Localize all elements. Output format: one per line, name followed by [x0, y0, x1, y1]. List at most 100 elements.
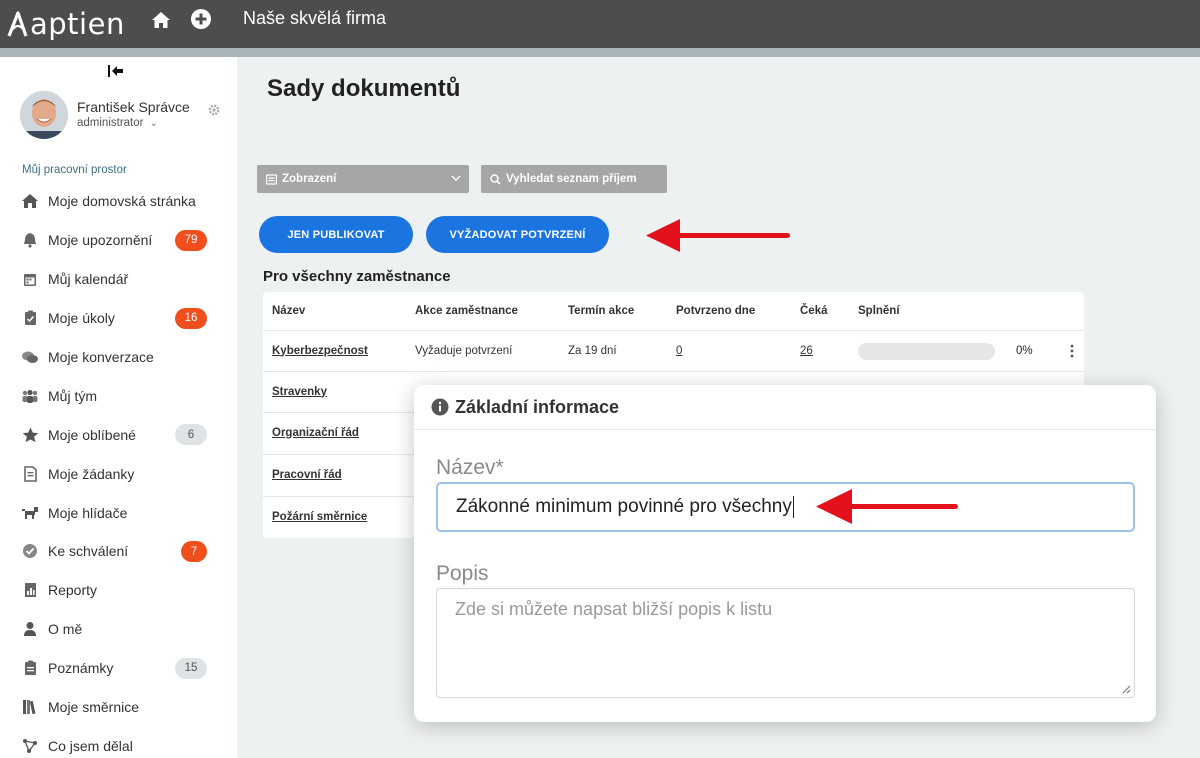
sidebar-item-notes[interactable]: Poznámky 15: [0, 649, 237, 688]
bell-icon: [21, 231, 39, 249]
basic-info-dialog: Základní informace Název* Zákonné minimu…: [414, 385, 1156, 722]
sidebar-item-directives[interactable]: Moje směrnice: [0, 688, 237, 727]
top-bar: aptien Naše skvělá firma: [0, 0, 1200, 48]
collapse-sidebar-icon[interactable]: [107, 64, 125, 78]
description-field-label: Popis: [436, 562, 489, 585]
annotation-arrow: [816, 489, 958, 524]
person-icon: [21, 620, 39, 638]
row-confirmed-link[interactable]: 0: [676, 330, 682, 371]
view-select-value: Zobrazení: [282, 173, 337, 185]
row-divider: [263, 371, 1084, 372]
sidebar-item-requests[interactable]: Moje žádanky: [0, 454, 237, 493]
tasks-badge: 16: [175, 307, 207, 329]
more-vertical-icon[interactable]: [1069, 344, 1075, 358]
home-icon[interactable]: [150, 9, 172, 31]
sidebar-item-conversations[interactable]: Moje konverzace: [0, 338, 237, 377]
request-icon: [21, 465, 39, 483]
annotation-arrow: [646, 219, 790, 252]
user-role-dropdown[interactable]: administrator ⌄: [77, 117, 158, 129]
sidebar-item-team[interactable]: Můj tým: [0, 376, 237, 415]
avatar[interactable]: [20, 91, 68, 139]
sidebar-item-about-me[interactable]: O mě: [0, 610, 237, 649]
sidebar: František Správce administrator ⌄ Můj pra…: [0, 57, 237, 758]
user-role: administrator: [77, 117, 144, 129]
row-name-link[interactable]: Pracovní řád: [272, 454, 342, 495]
sidebar-item-approvals[interactable]: Ke schválení 7: [0, 532, 237, 571]
sidebar-item-label: Moje upozornění: [48, 232, 153, 249]
name-field-label: Název*: [436, 456, 504, 479]
sidebar-item-calendar[interactable]: Můj kalendář: [0, 260, 237, 299]
search-recipients-button[interactable]: Vyhledat seznam příjem: [481, 165, 667, 193]
sidebar-item-label: Moje žádanky: [48, 465, 135, 482]
column-header-name[interactable]: Název: [272, 292, 305, 330]
row-name-link[interactable]: Požární směrnice: [272, 496, 367, 537]
sidebar-item-label: Moje oblíbené: [48, 426, 136, 443]
sidebar-item-reports[interactable]: Reporty: [0, 571, 237, 610]
row-action: Vyžaduje potvrzení: [415, 344, 513, 357]
search-recipients-label: Vyhledat seznam příjem: [506, 173, 637, 185]
sidebar-item-activity[interactable]: Co jsem dělal: [0, 726, 237, 758]
row-name-link[interactable]: Kyberbezpečnost: [272, 330, 368, 371]
app-logo[interactable]: aptien: [6, 4, 125, 44]
column-header-completion[interactable]: Splnění: [858, 292, 900, 330]
sidebar-item-label: O mě: [48, 621, 83, 638]
description-placeholder: Zde si můžete napsat bližší popis k list…: [455, 599, 773, 619]
chevron-down-icon: [451, 175, 461, 181]
row-waiting-link[interactable]: 26: [800, 330, 813, 371]
info-icon: [431, 398, 449, 416]
row-deadline: Za 19 dní: [568, 344, 617, 357]
column-header-deadline[interactable]: Termín akce: [568, 292, 634, 330]
workspace-section-title: Můj pracovní prostor: [22, 164, 127, 176]
notes-badge: 15: [175, 657, 207, 679]
dialog-header: Základní informace: [414, 385, 1156, 430]
sidebar-item-tasks[interactable]: Moje úkoly 16: [0, 299, 237, 338]
check-circle-icon: [21, 542, 39, 560]
company-name[interactable]: Naše skvělá firma: [243, 8, 386, 29]
books-icon: [21, 698, 39, 716]
notifications-badge: 79: [175, 229, 207, 251]
report-icon: [21, 581, 39, 599]
dialog-title: Základní informace: [455, 396, 620, 417]
row-name-link[interactable]: Organizační řád: [272, 412, 359, 453]
clipboard-icon: [21, 309, 39, 327]
view-select[interactable]: Zobrazení: [257, 165, 469, 193]
text-cursor: [792, 496, 794, 518]
notes-icon: [21, 659, 39, 677]
column-header-action[interactable]: Akce zaměstnance: [415, 292, 518, 330]
name-input[interactable]: Zákonné minimum povinné pro všechny: [436, 482, 1135, 532]
completion-percent: 0%: [1016, 344, 1033, 357]
sidebar-item-label: Moje směrnice: [48, 699, 140, 716]
resize-handle-icon[interactable]: [1121, 684, 1131, 694]
sidebar-item-label: Moje hlídače: [48, 504, 128, 521]
section-heading: Pro všechny zaměstnance: [263, 268, 451, 285]
completion-progress-bar: [858, 343, 995, 360]
add-icon[interactable]: [190, 8, 212, 30]
activity-icon: [21, 737, 39, 755]
logo-mark-icon: [7, 11, 28, 37]
calendar-icon: [21, 270, 39, 288]
chat-icon: [21, 348, 39, 366]
sidebar-item-home[interactable]: Moje domovská stránka: [0, 182, 237, 221]
sidebar-item-label: Můj kalendář: [48, 271, 129, 288]
sidebar-item-label: Moje konverzace: [48, 349, 154, 365]
inbox-icon: [266, 173, 277, 185]
house-icon: [21, 192, 39, 210]
publish-only-button[interactable]: JEN PUBLIKOVAT: [259, 216, 413, 253]
chevron-down-icon: ⌄: [149, 118, 158, 129]
gear-icon[interactable]: [208, 104, 220, 116]
column-header-waiting[interactable]: Čeká: [800, 292, 828, 330]
require-confirmation-button[interactable]: VYŽADOVAT POTVRZENÍ: [426, 216, 609, 253]
row-name-link[interactable]: Stravenky: [272, 371, 327, 412]
user-name: František Správce: [77, 99, 190, 115]
sidebar-item-watchers[interactable]: Moje hlídače: [0, 493, 237, 532]
description-textarea[interactable]: Zde si můžete napsat bližší popis k list…: [436, 588, 1135, 698]
approvals-badge: 7: [181, 541, 207, 563]
sidebar-item-notifications[interactable]: Moje upozornění 79: [0, 221, 237, 260]
sidebar-item-label: Poznámky: [48, 660, 114, 677]
logo-text: aptien: [30, 7, 125, 41]
row-divider: [263, 330, 1084, 331]
sidebar-item-label: Reporty: [48, 582, 98, 599]
column-header-confirmed[interactable]: Potvrzeno dne: [676, 292, 755, 330]
top-bar-strip: [0, 48, 1200, 57]
sidebar-item-favorites[interactable]: Moje oblíbené 6: [0, 415, 237, 454]
